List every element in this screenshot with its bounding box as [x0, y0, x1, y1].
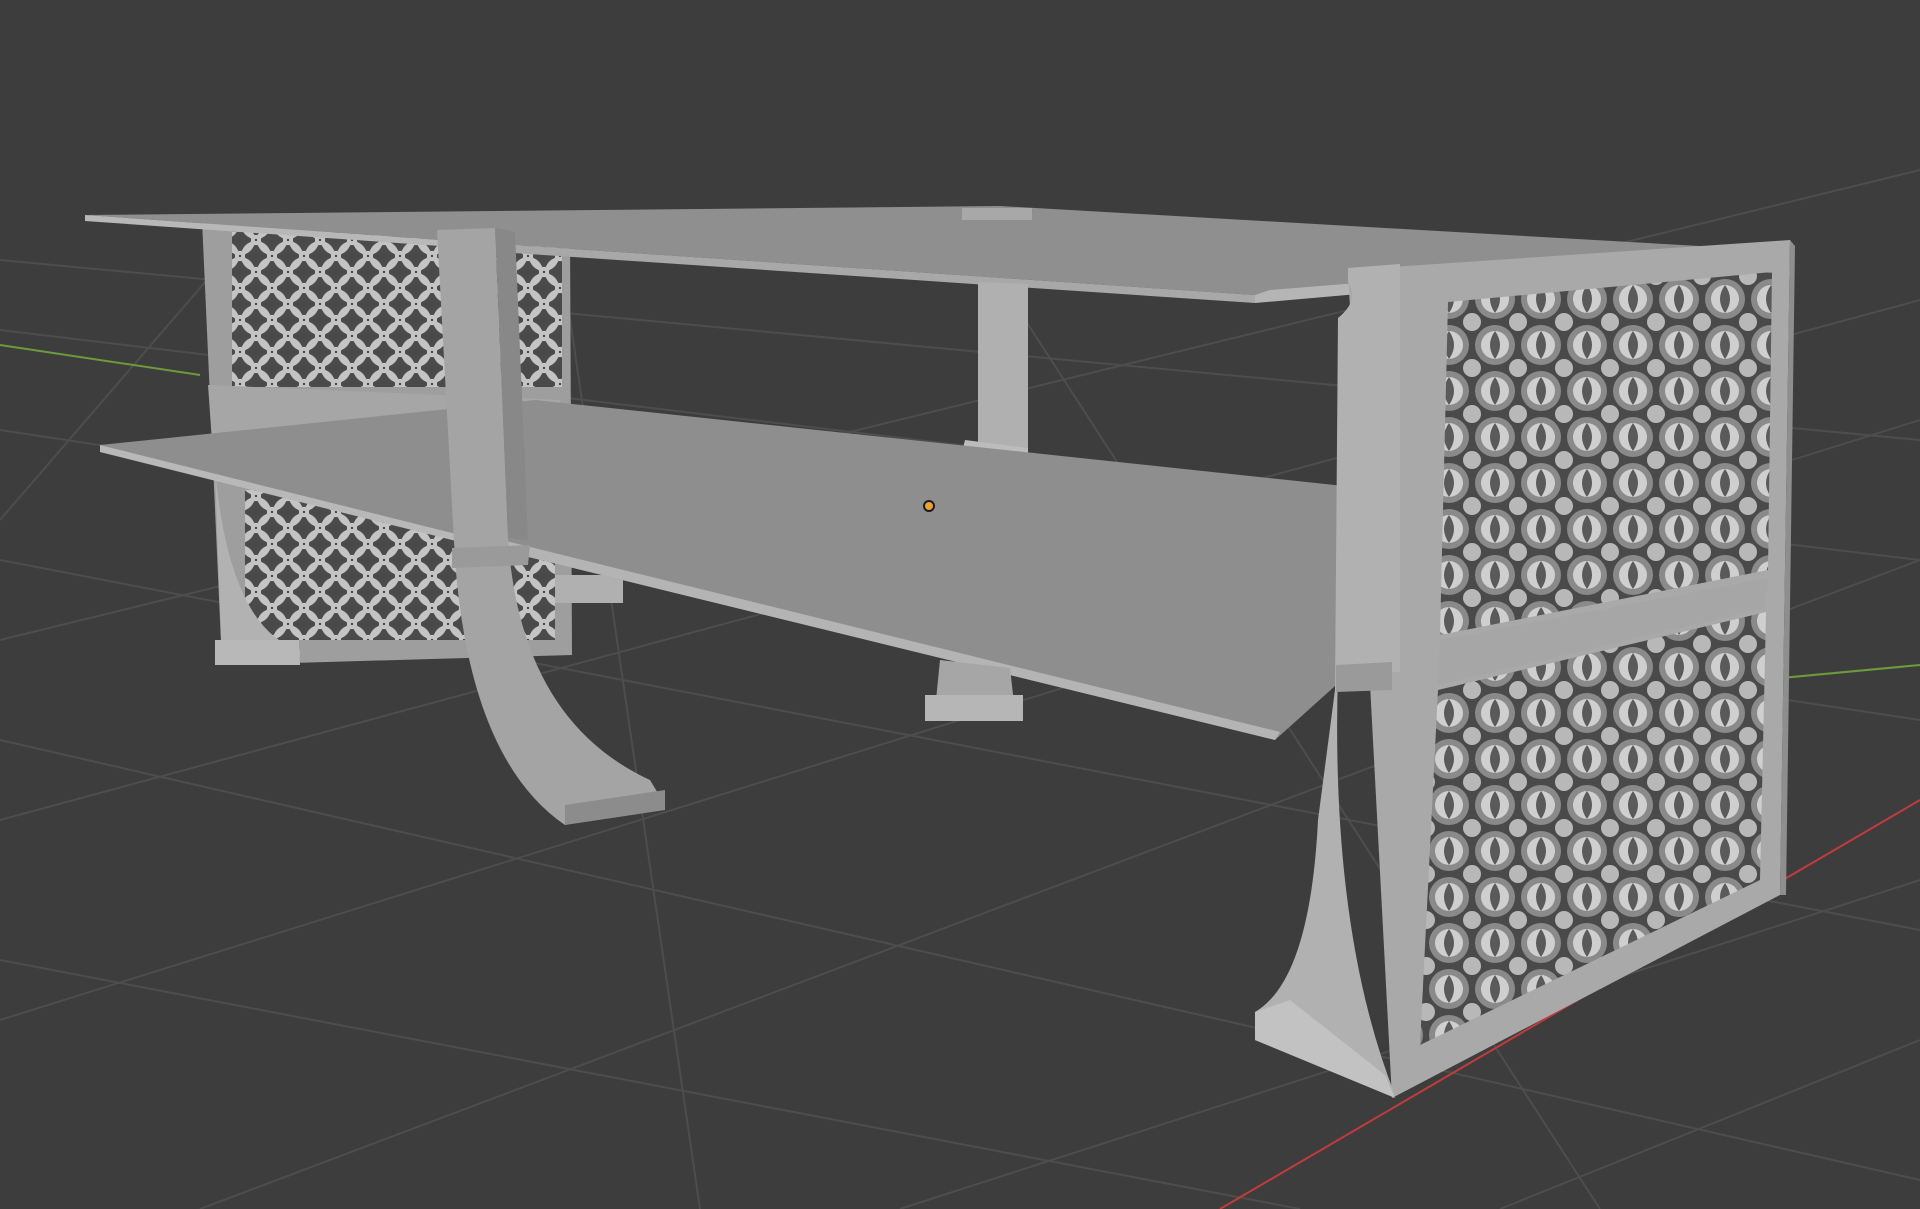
front-right-side-panel [1348, 240, 1795, 1098]
object-origin [923, 500, 935, 512]
3d-viewport[interactable] [0, 0, 1920, 1209]
viewport-canvas[interactable] [0, 0, 1920, 1209]
back-foot-left [555, 575, 623, 603]
front-center-support [925, 660, 1023, 721]
